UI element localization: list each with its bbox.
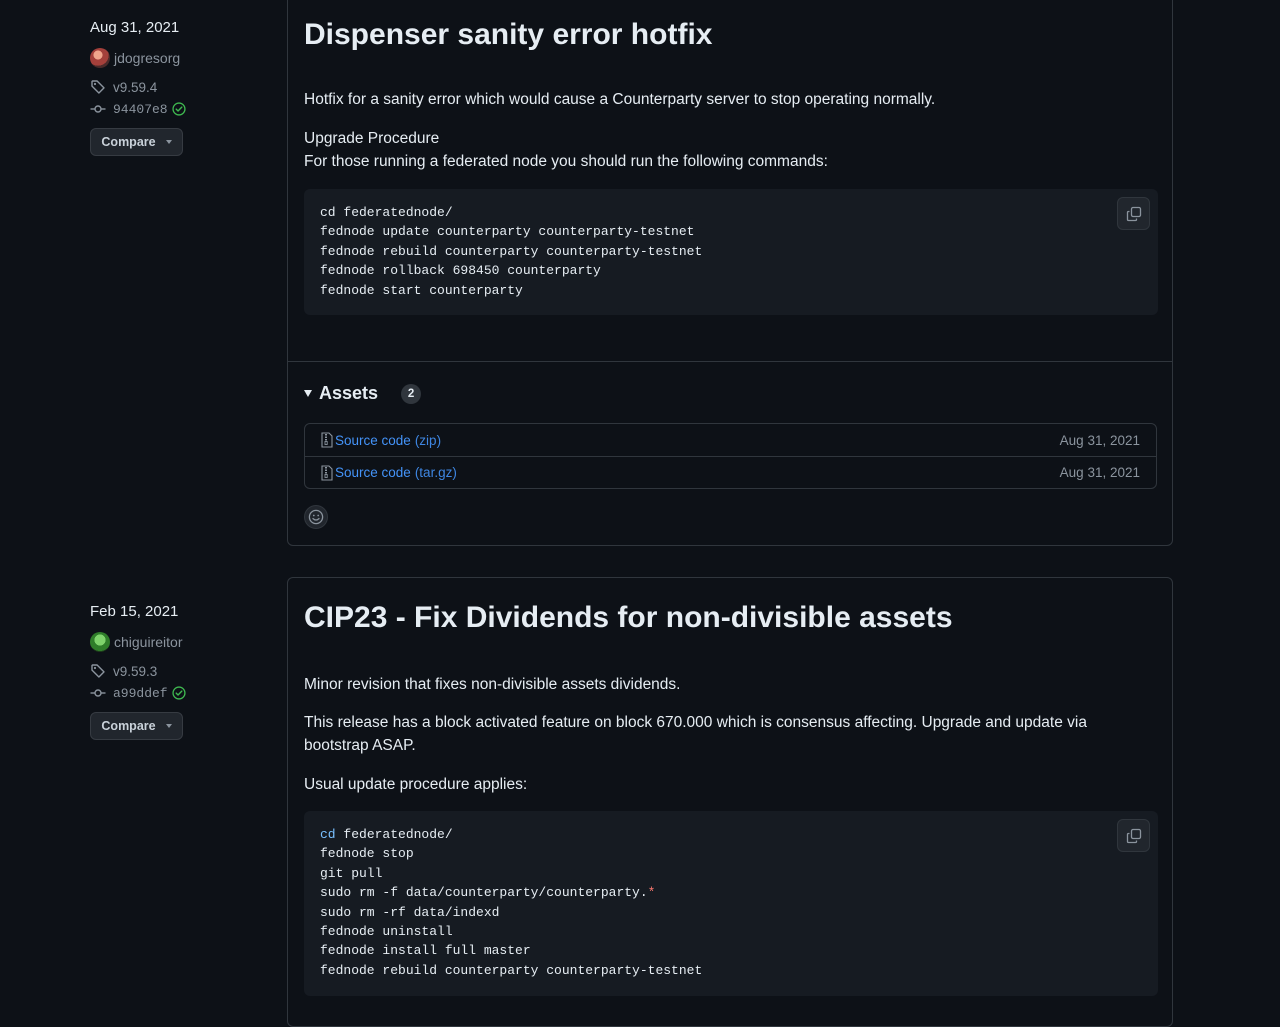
assets-title[interactable]: Assets — [319, 383, 378, 404]
release-author[interactable]: chiguireitor — [90, 632, 280, 652]
release-card: Dispenser sanity error hotfix Hotfix for… — [287, 0, 1173, 546]
code-line: fednode rebuild counterparty counterpart… — [320, 243, 703, 259]
release-commit[interactable]: a99ddef — [90, 683, 280, 703]
release-date: Aug 31, 2021 — [90, 19, 180, 36]
tag-label[interactable]: v9.59.3 — [113, 664, 157, 679]
author-name[interactable]: jdogresorg — [114, 50, 180, 66]
release-note: This release has a block activated featu… — [304, 714, 1087, 754]
assets-count-badge: 2 — [401, 383, 422, 404]
file-zip-icon — [321, 464, 333, 481]
compare-button[interactable]: Compare — [90, 712, 183, 740]
instructions-text: Usual update procedure applies: — [304, 776, 528, 793]
release-author[interactable]: jdogresorg — [90, 48, 280, 68]
code-line: fednode install full master — [320, 943, 531, 959]
code-block[interactable]: cd federatednode/ fednode stop git pull … — [304, 811, 1158, 996]
code-line: fednode uninstall — [320, 923, 453, 939]
release-tag[interactable]: v9.59.3 — [90, 661, 280, 681]
assets-toggle[interactable]: Assets 2 — [304, 383, 422, 404]
asset-row[interactable]: Source code (zip) Aug 31, 2021 — [305, 424, 1156, 456]
release-card: CIP23 - Fix Dividends for non-divisible … — [287, 577, 1173, 1027]
commit-icon — [90, 689, 106, 697]
code-text: sudo rm -f data/counterparty/counterpart… — [320, 885, 648, 901]
compare-label: Compare — [101, 135, 156, 149]
instructions-text: For those running a federated node you s… — [304, 153, 828, 170]
copy-icon — [1126, 828, 1141, 843]
code-keyword: cd — [320, 827, 336, 842]
release-title[interactable]: CIP23 - Fix Dividends for non-divisible … — [304, 600, 953, 636]
asset-extension[interactable]: (tar.gz) — [415, 465, 457, 480]
release-meta: Feb 15, 2021 chiguireitor v9.59.3 a99dde… — [90, 602, 280, 740]
tag-icon — [91, 80, 105, 94]
asset-link[interactable]: Source code — [335, 433, 411, 448]
compare-button[interactable]: Compare — [90, 128, 183, 156]
tag-icon — [91, 664, 105, 678]
commit-icon — [90, 105, 106, 113]
section-heading: Upgrade Procedure — [304, 130, 440, 147]
code-line: fednode start counterparty — [320, 282, 523, 298]
asset-extension[interactable]: (zip) — [415, 433, 441, 448]
divider — [288, 361, 1172, 362]
release-commit[interactable]: 94407e8 — [90, 99, 280, 119]
avatar[interactable] — [90, 632, 110, 652]
verified-check-icon[interactable] — [172, 102, 186, 116]
commit-hash[interactable]: a99ddef — [113, 686, 168, 701]
file-zip-icon — [321, 432, 333, 448]
release-description: Minor revision that fixes non-divisible … — [304, 676, 681, 693]
copy-button[interactable] — [1117, 819, 1150, 852]
code-line: fednode rebuild counterparty counterpart… — [320, 962, 703, 978]
avatar[interactable] — [90, 48, 110, 68]
code-line: fednode rollback 698450 counterparty — [320, 263, 601, 279]
release-date: Feb 15, 2021 — [90, 603, 179, 620]
code-line: fednode stop — [320, 846, 414, 862]
release-meta: Aug 31, 2021 jdogresorg v9.59.4 94407e8 … — [90, 18, 280, 156]
copy-icon — [1126, 206, 1141, 221]
code-block[interactable]: cd federatednode/ fednode update counter… — [304, 189, 1158, 315]
code-line: fednode update counterparty counterparty… — [320, 224, 695, 240]
code-text: federatednode/ — [335, 827, 453, 842]
asset-date: Aug 31, 2021 — [1059, 432, 1140, 448]
compare-label: Compare — [101, 719, 156, 733]
author-name[interactable]: chiguireitor — [114, 634, 182, 650]
release-title[interactable]: Dispenser sanity error hotfix — [304, 17, 712, 53]
assets-list: Source code (zip) Aug 31, 2021 Source co… — [304, 423, 1157, 489]
chevron-down-icon — [165, 140, 172, 144]
tag-label[interactable]: v9.59.4 — [113, 80, 157, 95]
code-glob: * — [647, 885, 656, 901]
asset-row[interactable]: Source code (tar.gz) Aug 31, 2021 — [305, 456, 1156, 488]
triangle-down-icon — [304, 390, 312, 397]
asset-date: Aug 31, 2021 — [1059, 465, 1140, 480]
code-line: sudo rm -f data/counterparty/counterpart… — [320, 883, 1142, 902]
release-description: Hotfix for a sanity error which would ca… — [304, 91, 936, 108]
commit-hash[interactable]: 94407e8 — [113, 102, 168, 117]
copy-button[interactable] — [1117, 197, 1150, 230]
code-line: sudo rm -rf data/indexd — [320, 904, 500, 920]
chevron-down-icon — [165, 724, 172, 728]
release-tag[interactable]: v9.59.4 — [90, 77, 280, 97]
code-line: cd federatednode/ — [320, 205, 453, 220]
add-reaction-button[interactable] — [304, 505, 328, 529]
verified-check-icon[interactable] — [172, 686, 186, 700]
asset-link[interactable]: Source code — [335, 465, 411, 480]
smiley-icon — [308, 509, 324, 525]
code-line: git pull — [320, 865, 383, 881]
code-line: cd federatednode/ — [320, 825, 1142, 844]
